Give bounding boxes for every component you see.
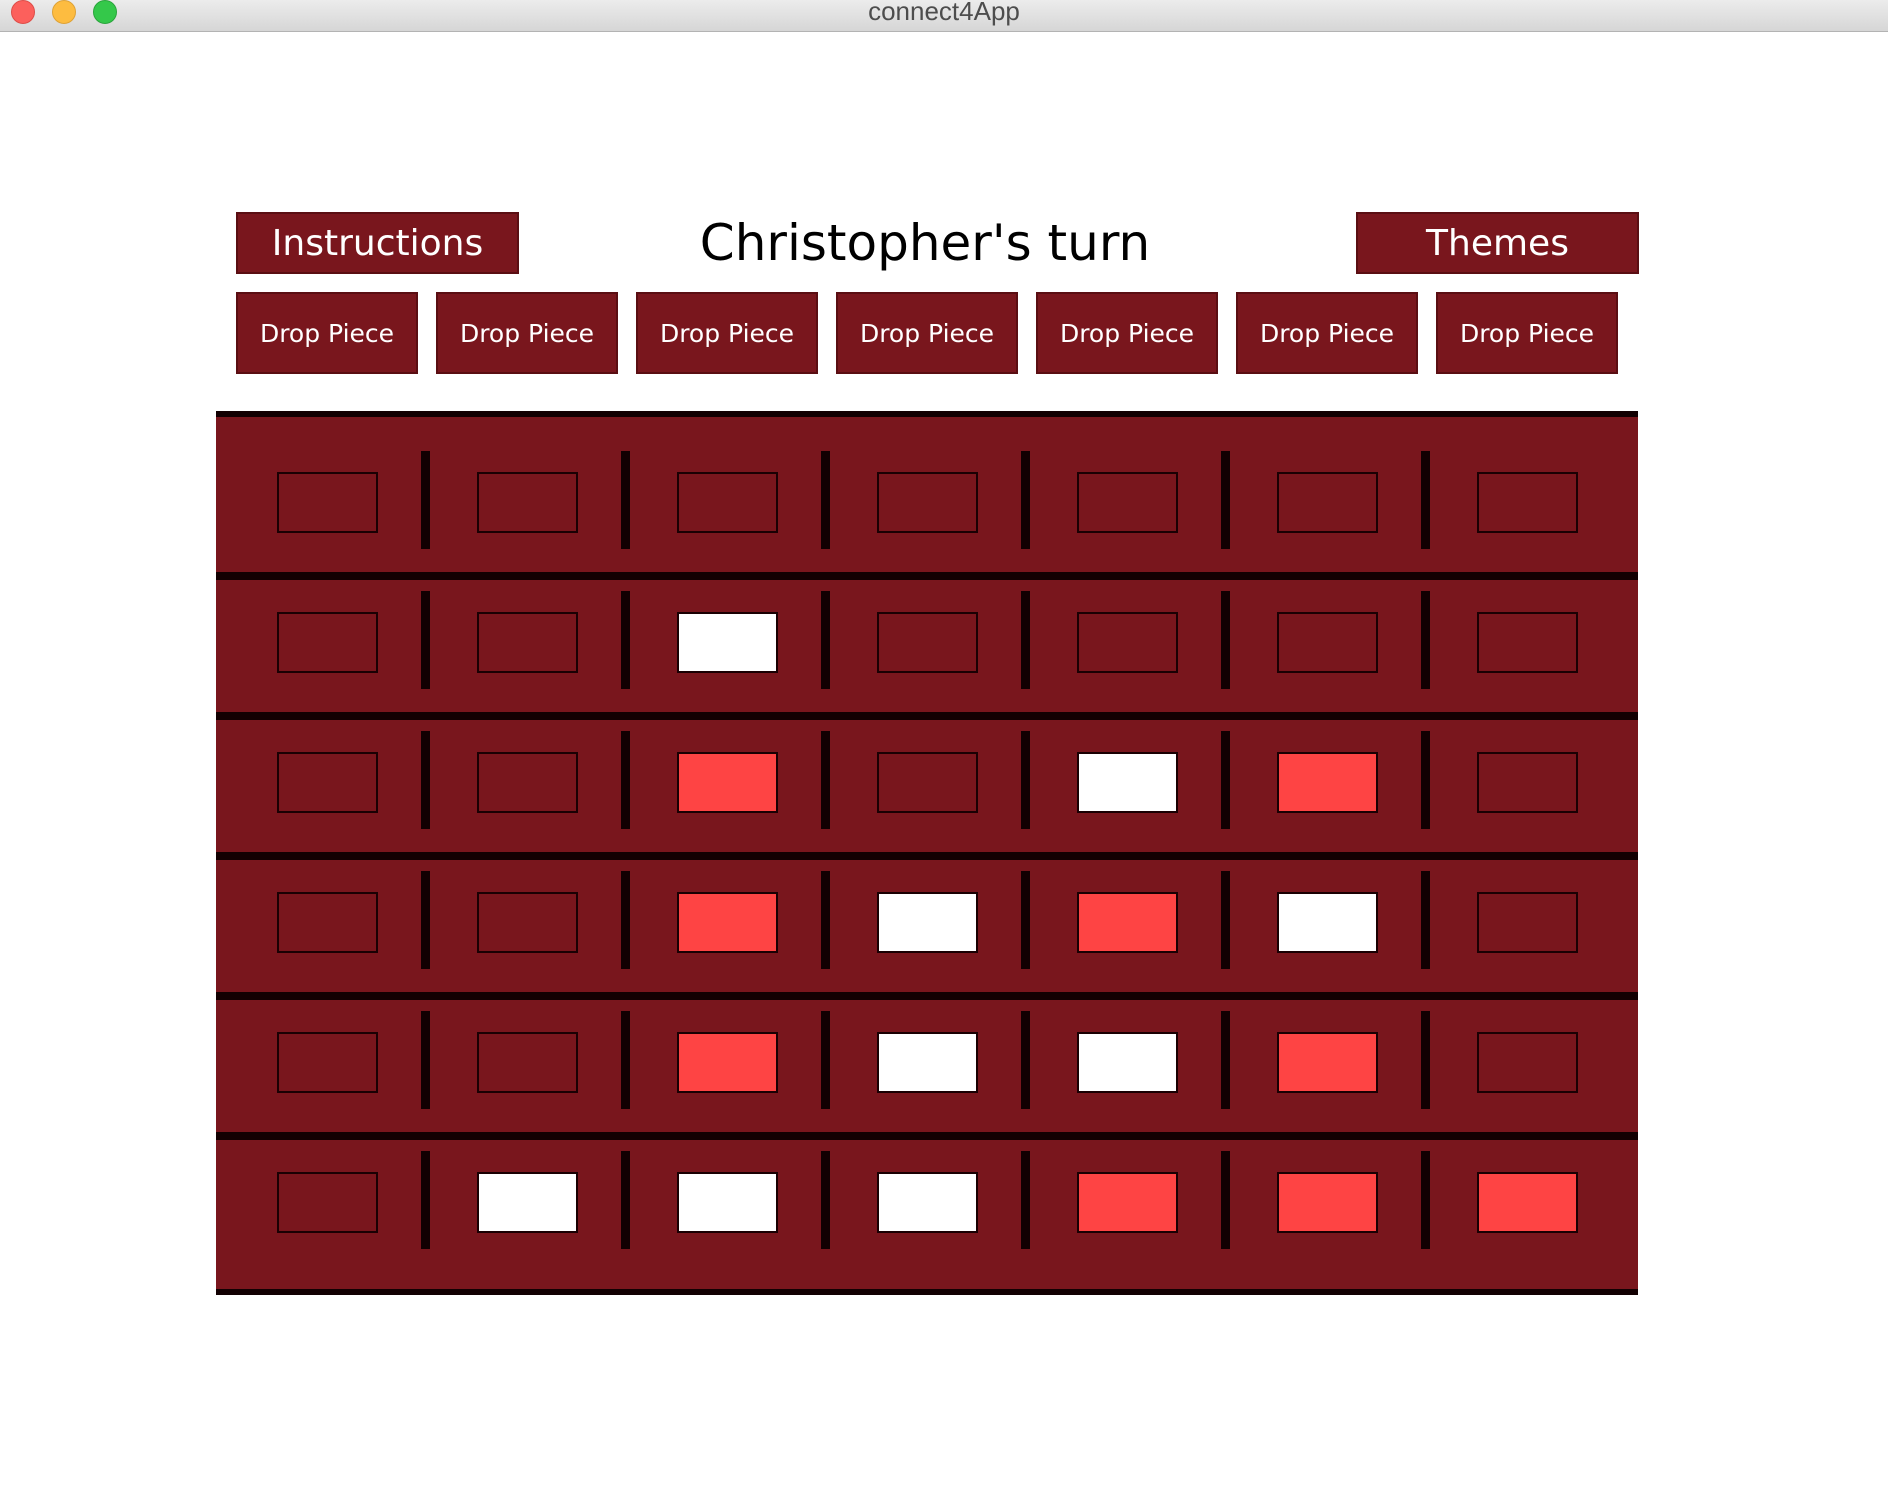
column-divider: [421, 871, 430, 969]
drop-piece-button-col-1[interactable]: Drop Piece: [236, 292, 418, 374]
board-cell-r4-c5-red: [1077, 892, 1178, 953]
window-title: connect4App: [868, 0, 1020, 26]
board-cell-r3-c2-empty: [477, 752, 578, 813]
board-cell-r2-c5-empty: [1077, 612, 1178, 673]
drop-piece-button-col-5[interactable]: Drop Piece: [1036, 292, 1218, 374]
board-cell-r5-c3-red: [677, 1032, 778, 1093]
column-divider: [1421, 731, 1430, 829]
column-divider: [621, 871, 630, 969]
board-cell-r2-c4-empty: [877, 612, 978, 673]
board-cell-r1-c6-empty: [1277, 472, 1378, 533]
column-divider: [1221, 1151, 1230, 1249]
board-cell-r6-c7-red: [1477, 1172, 1578, 1233]
board-cell-r6-c6-red: [1277, 1172, 1378, 1233]
column-divider: [821, 1011, 830, 1109]
column-divider: [821, 731, 830, 829]
column-divider: [1421, 1151, 1430, 1249]
board-cell-r3-c3-red: [677, 752, 778, 813]
board-cell-r5-c7-empty: [1477, 1032, 1578, 1093]
column-divider: [1221, 591, 1230, 689]
row-divider: [216, 852, 1638, 860]
column-divider: [421, 1151, 430, 1249]
column-divider: [1021, 731, 1030, 829]
board-cell-r6-c5-red: [1077, 1172, 1178, 1233]
board-cell-r5-c4-white: [877, 1032, 978, 1093]
board-cell-r2-c7-empty: [1477, 612, 1578, 673]
column-divider: [1221, 1011, 1230, 1109]
drop-button-row: Drop Piece Drop Piece Drop Piece Drop Piece…: [0, 292, 1888, 374]
game-board: [216, 411, 1638, 1295]
board-cell-r4-c6-white: [1277, 892, 1378, 953]
board-cell-r2-c1-empty: [277, 612, 378, 673]
board-cell-r6-c4-white: [877, 1172, 978, 1233]
board-cell-r5-c2-empty: [477, 1032, 578, 1093]
board-cell-r4-c7-empty: [1477, 892, 1578, 953]
board-cell-r4-c1-empty: [277, 892, 378, 953]
board-cell-r1-c5-empty: [1077, 472, 1178, 533]
column-divider: [821, 871, 830, 969]
column-divider: [1421, 591, 1430, 689]
drop-piece-button-col-4[interactable]: Drop Piece: [836, 292, 1018, 374]
row-divider: [216, 992, 1638, 1000]
board-cell-r1-c3-empty: [677, 472, 778, 533]
board-cell-r5-c5-white: [1077, 1032, 1178, 1093]
column-divider: [1221, 731, 1230, 829]
board-cell-r6-c1-empty: [277, 1172, 378, 1233]
turn-indicator: Christopher's turn: [699, 214, 1151, 272]
drop-piece-button-col-6[interactable]: Drop Piece: [1236, 292, 1418, 374]
column-divider: [1021, 591, 1030, 689]
column-divider: [1221, 871, 1230, 969]
board-cell-r4-c2-empty: [477, 892, 578, 953]
drop-piece-button-col-7[interactable]: Drop Piece: [1436, 292, 1618, 374]
column-divider: [621, 1151, 630, 1249]
instructions-button[interactable]: Instructions: [236, 212, 519, 274]
board-cell-r3-c1-empty: [277, 752, 378, 813]
column-divider: [421, 731, 430, 829]
board-cell-r1-c2-empty: [477, 472, 578, 533]
column-divider: [1421, 871, 1430, 969]
column-divider: [821, 591, 830, 689]
board-cell-r2-c6-empty: [1277, 612, 1378, 673]
board-cell-r4-c4-white: [877, 892, 978, 953]
board-cell-r6-c2-white: [477, 1172, 578, 1233]
column-divider: [621, 1011, 630, 1109]
drop-piece-button-col-3[interactable]: Drop Piece: [636, 292, 818, 374]
board-cell-r4-c3-red: [677, 892, 778, 953]
board-cell-r3-c7-empty: [1477, 752, 1578, 813]
title-bar: connect4App: [0, 0, 1888, 32]
column-divider: [621, 451, 630, 549]
app-window: connect4App Instructions Christopher's t…: [0, 0, 1888, 1506]
column-divider: [621, 731, 630, 829]
column-divider: [821, 451, 830, 549]
column-divider: [1021, 1151, 1030, 1249]
board-cell-r2-c2-empty: [477, 612, 578, 673]
column-divider: [421, 451, 430, 549]
board-cell-r5-c6-red: [1277, 1032, 1378, 1093]
row-divider: [216, 1132, 1638, 1140]
drop-piece-button-col-2[interactable]: Drop Piece: [436, 292, 618, 374]
board-cell-r3-c4-empty: [877, 752, 978, 813]
column-divider: [1421, 1011, 1430, 1109]
column-divider: [1021, 871, 1030, 969]
board-cell-r5-c1-empty: [277, 1032, 378, 1093]
row-divider: [216, 712, 1638, 720]
board-cell-r3-c6-red: [1277, 752, 1378, 813]
board-cell-r6-c3-white: [677, 1172, 778, 1233]
column-divider: [421, 591, 430, 689]
board-cell-r1-c7-empty: [1477, 472, 1578, 533]
board-cell-r1-c1-empty: [277, 472, 378, 533]
board-cell-r2-c3-white: [677, 612, 778, 673]
column-divider: [421, 1011, 430, 1109]
column-divider: [1221, 451, 1230, 549]
column-divider: [1021, 1011, 1030, 1109]
column-divider: [1421, 451, 1430, 549]
board-cell-r1-c4-empty: [877, 472, 978, 533]
column-divider: [1021, 451, 1030, 549]
column-divider: [821, 1151, 830, 1249]
themes-button[interactable]: Themes: [1356, 212, 1639, 274]
column-divider: [621, 591, 630, 689]
row-divider: [216, 572, 1638, 580]
board-cell-r3-c5-white: [1077, 752, 1178, 813]
